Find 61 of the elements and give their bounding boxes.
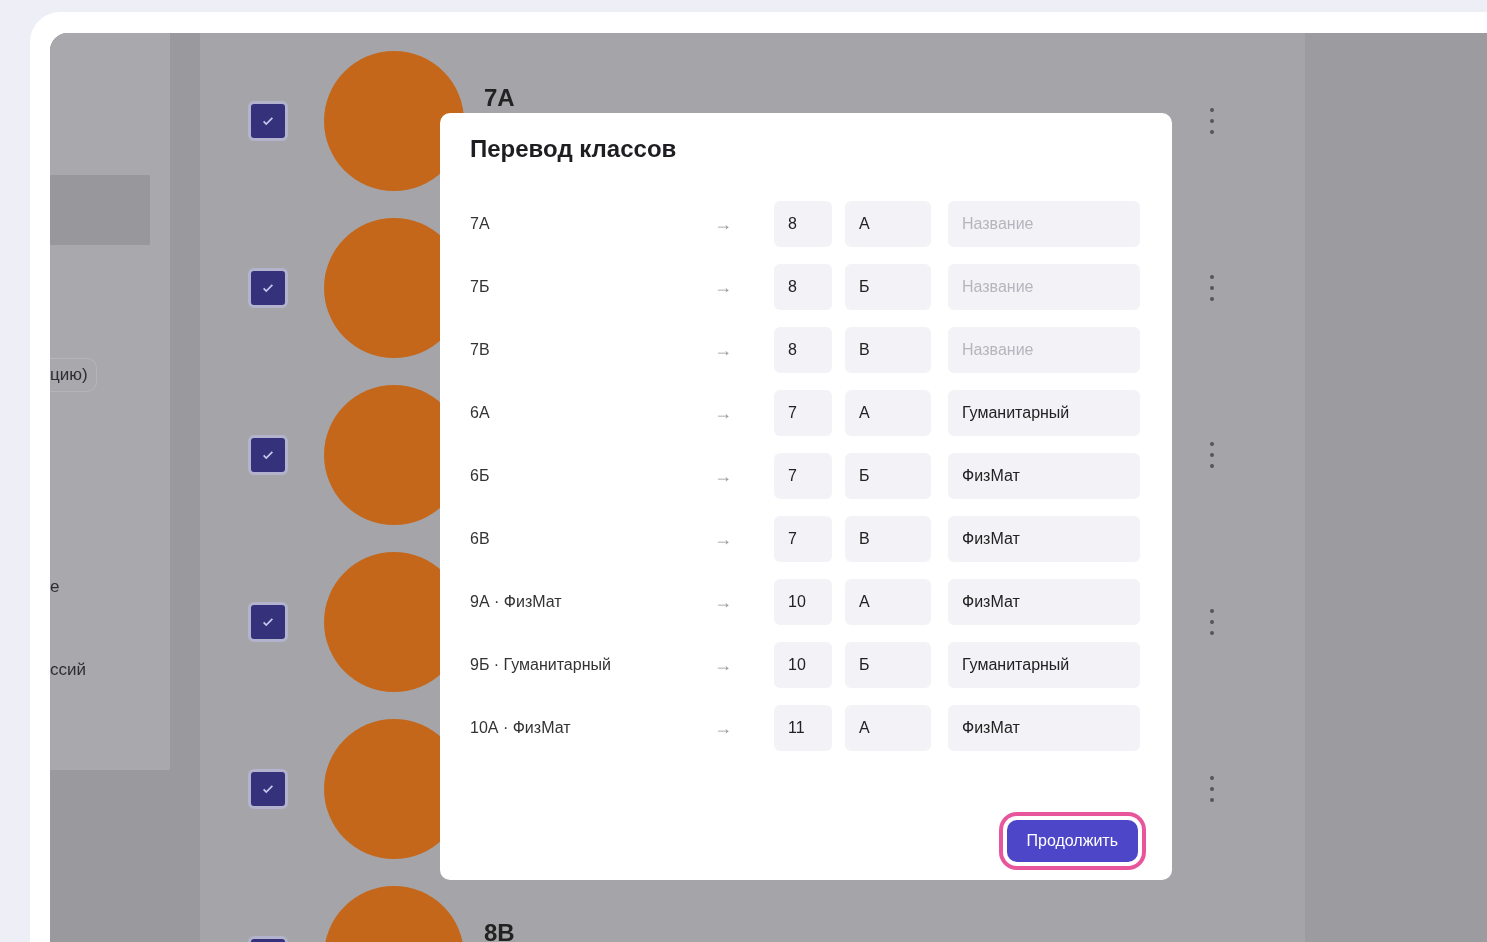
source-class: 6А bbox=[470, 404, 491, 422]
profile-field[interactable]: Гуманитарный bbox=[948, 642, 1140, 688]
more-icon[interactable] bbox=[1209, 773, 1215, 804]
checkbox[interactable] bbox=[248, 100, 288, 141]
checkbox[interactable] bbox=[248, 434, 288, 475]
letter-field[interactable]: А bbox=[845, 390, 931, 436]
profile-field[interactable]: ФизМат bbox=[948, 453, 1140, 499]
arrow: → bbox=[714, 276, 733, 298]
profile-field[interactable]: Название bbox=[948, 201, 1140, 247]
profile-field[interactable]: Название bbox=[948, 327, 1140, 373]
arrow: → bbox=[714, 591, 733, 613]
checkbox[interactable] bbox=[248, 768, 288, 809]
more-icon[interactable] bbox=[1209, 606, 1215, 637]
letter-field[interactable]: Б bbox=[845, 642, 931, 688]
arrow: → bbox=[714, 465, 733, 487]
more-icon[interactable] bbox=[1209, 439, 1215, 470]
source-class: 9А · ФизМат bbox=[470, 593, 563, 611]
letter-field[interactable]: Б bbox=[845, 264, 931, 310]
grade-field[interactable]: 8 bbox=[774, 327, 832, 373]
arrow: → bbox=[714, 717, 733, 739]
sidebar-item[interactable]: цию) bbox=[50, 358, 97, 392]
class-name: 8В bbox=[484, 919, 515, 942]
letter-field[interactable]: Б bbox=[845, 453, 931, 499]
profile-field[interactable]: Гуманитарный bbox=[948, 390, 1140, 436]
source-class: 7В bbox=[470, 341, 491, 359]
more-icon[interactable] bbox=[1209, 105, 1215, 136]
profile-field[interactable]: ФизМат bbox=[948, 705, 1140, 751]
profile-field[interactable]: ФизМат bbox=[948, 579, 1140, 625]
letter-field[interactable]: А bbox=[845, 579, 931, 625]
source-class: 6В bbox=[470, 530, 491, 548]
checkbox[interactable] bbox=[248, 267, 288, 308]
letter-field[interactable]: В bbox=[845, 516, 931, 562]
more-icon[interactable] bbox=[1209, 272, 1215, 303]
grade-field[interactable]: 7 bbox=[774, 516, 832, 562]
source-class: 9Б · Гуманитарный bbox=[470, 656, 612, 674]
arrow: → bbox=[714, 213, 733, 235]
source-class: 6Б bbox=[470, 467, 491, 485]
profile-field[interactable]: Название bbox=[948, 264, 1140, 310]
sidebar-item[interactable]: ссий bbox=[50, 660, 86, 680]
grade-field[interactable]: 7 bbox=[774, 453, 832, 499]
letter-field[interactable]: А bbox=[845, 201, 931, 247]
profile-field[interactable]: ФизМат bbox=[948, 516, 1140, 562]
letter-field[interactable]: В bbox=[845, 327, 931, 373]
source-class: 7Б bbox=[470, 278, 491, 296]
letter-field[interactable]: А bbox=[845, 705, 931, 751]
source-class: 7А bbox=[470, 215, 491, 233]
arrow: → bbox=[714, 402, 733, 424]
arrow: → bbox=[714, 339, 733, 361]
class-name: 7А bbox=[484, 84, 515, 111]
arrow: → bbox=[714, 528, 733, 550]
grade-field[interactable]: 10 bbox=[774, 579, 832, 625]
grade-field[interactable]: 10 bbox=[774, 642, 832, 688]
grade-field[interactable]: 11 bbox=[774, 705, 832, 751]
sidebar-item[interactable]: е bbox=[50, 577, 60, 597]
arrow: → bbox=[714, 654, 733, 676]
checkbox[interactable] bbox=[248, 601, 288, 642]
grade-field[interactable]: 8 bbox=[774, 201, 832, 247]
grade-field[interactable]: 8 bbox=[774, 264, 832, 310]
source-class: 10А · ФизМат bbox=[470, 719, 572, 737]
grade-field[interactable]: 7 bbox=[774, 390, 832, 436]
dialog-title: Перевод классов bbox=[470, 135, 678, 163]
